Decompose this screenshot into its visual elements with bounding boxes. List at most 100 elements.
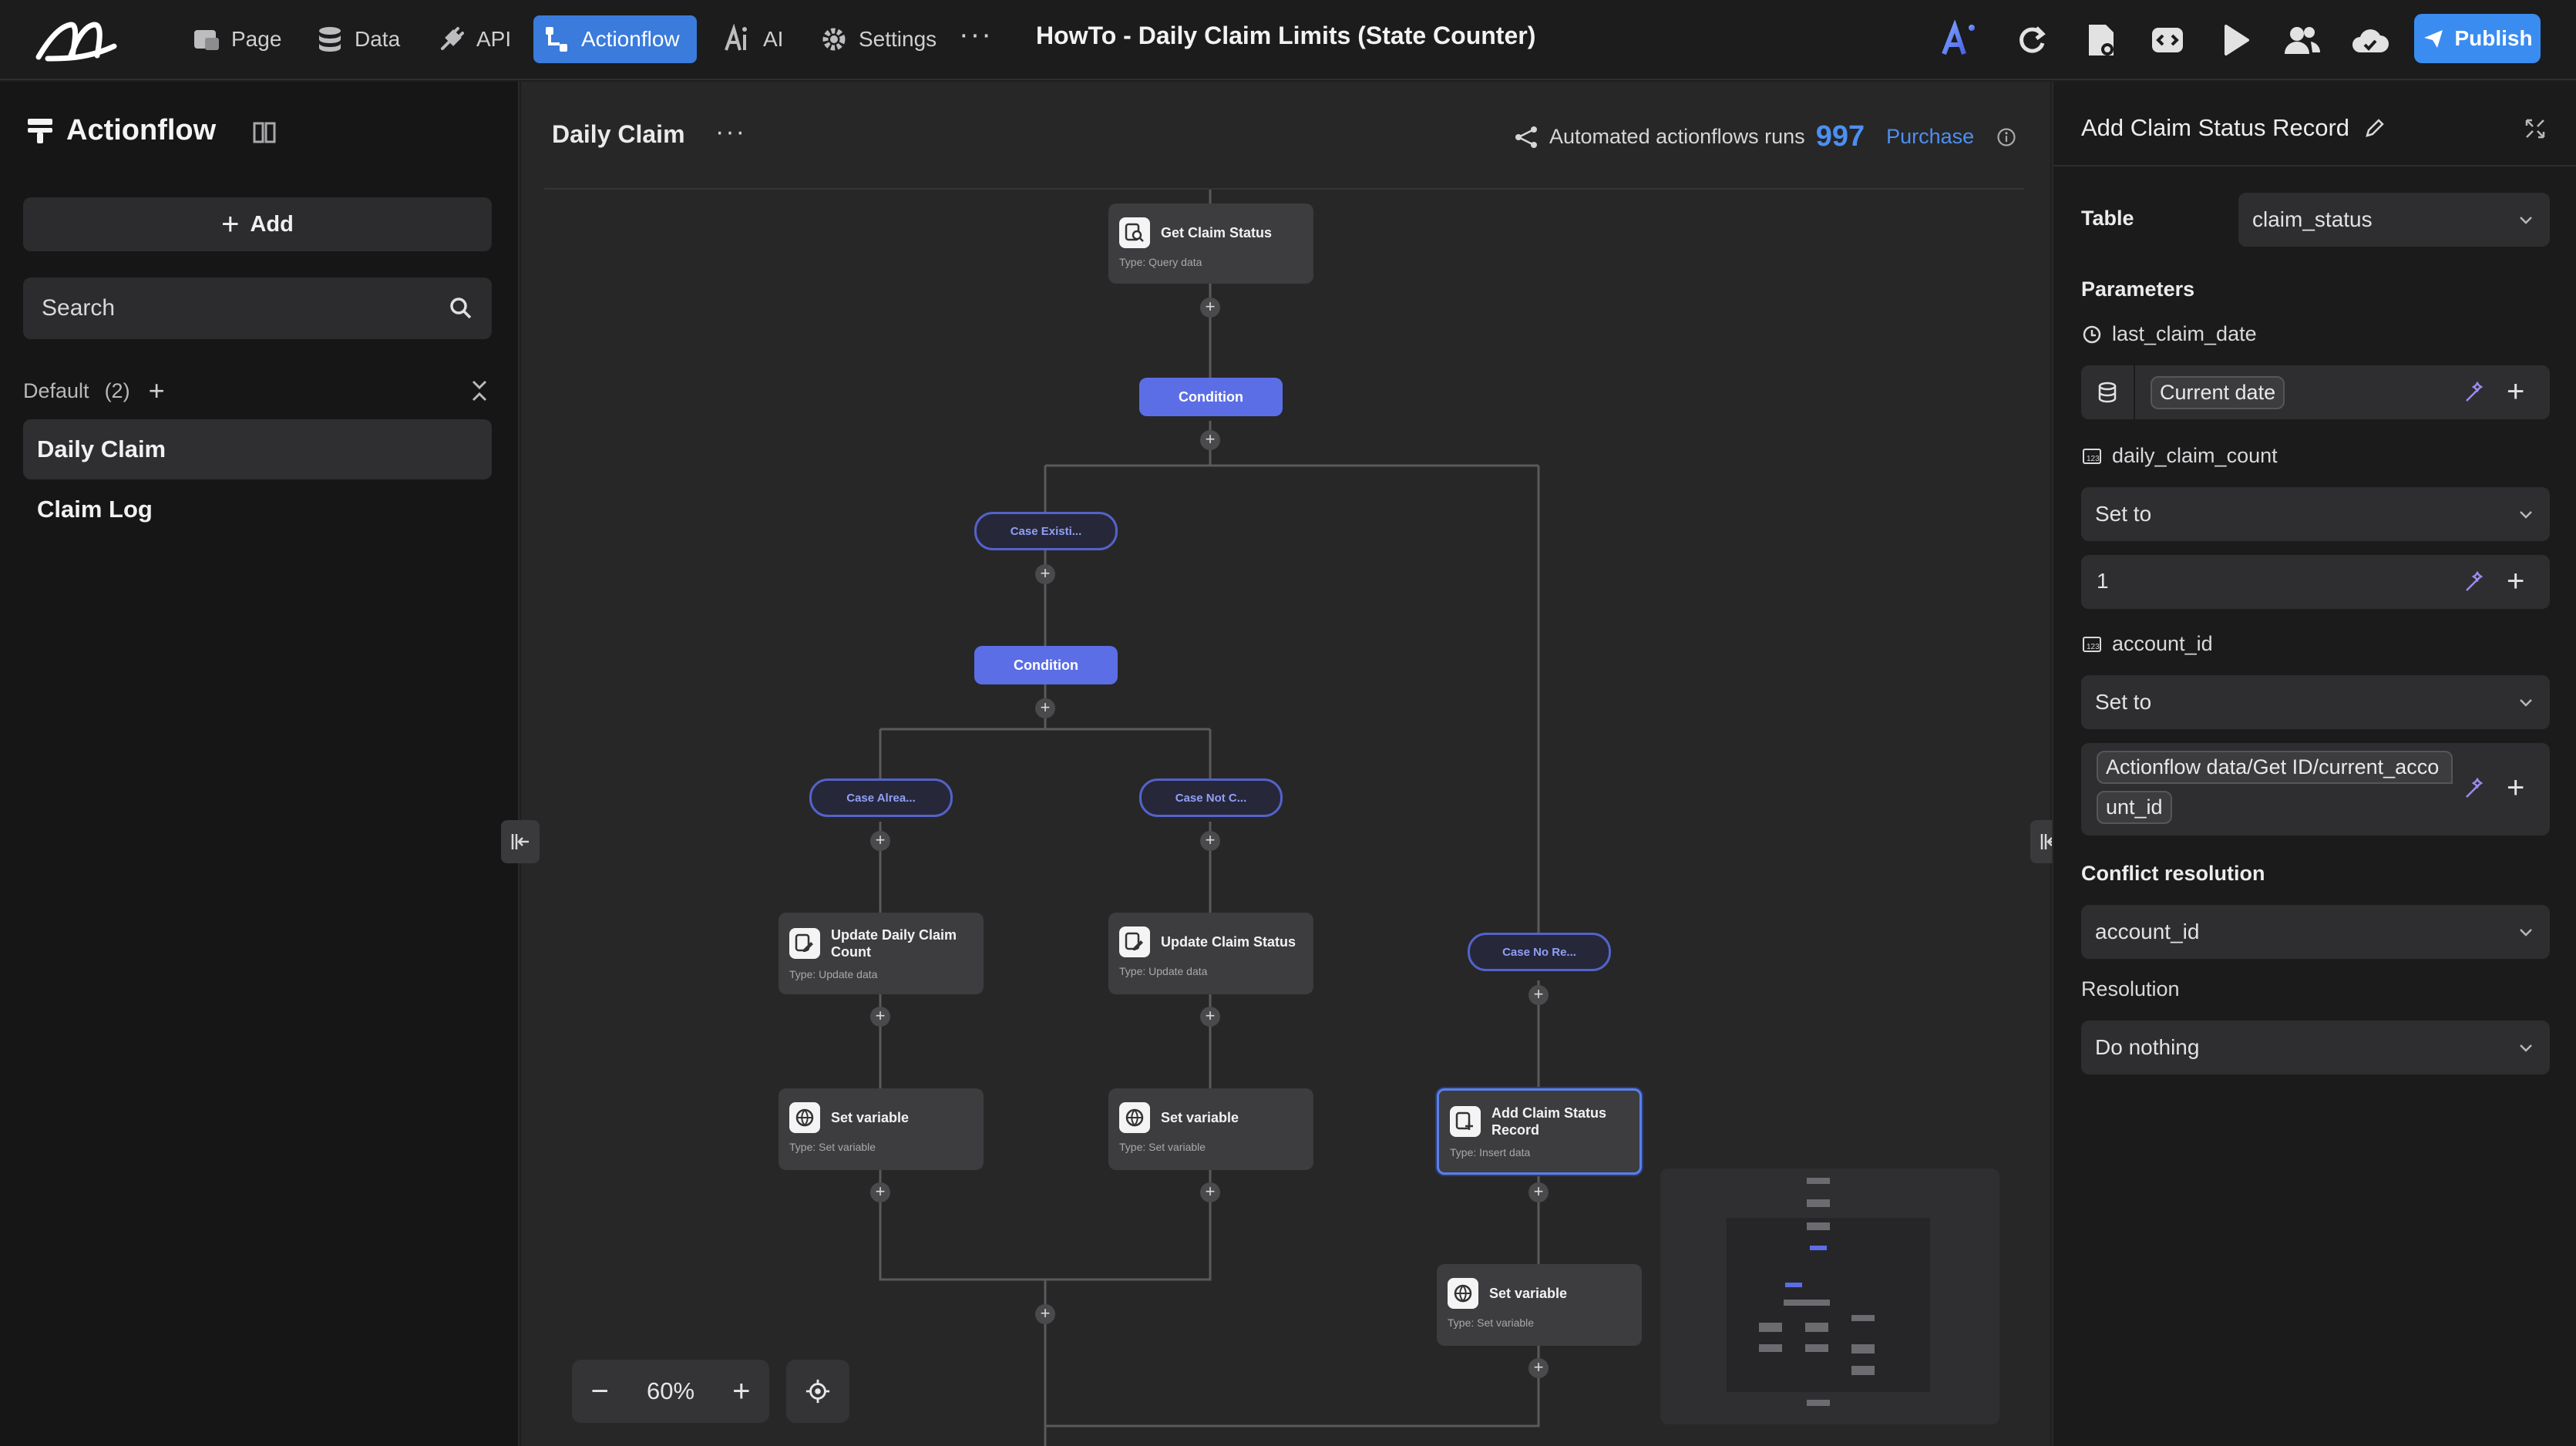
- momen-logo-icon[interactable]: [34, 15, 120, 65]
- edit-pencil-icon[interactable]: [2363, 116, 2386, 140]
- add-step-button[interactable]: +: [1035, 1304, 1055, 1324]
- number-type-icon: 123: [2083, 636, 2101, 652]
- add-step-button[interactable]: +: [1035, 698, 1055, 718]
- add-step-button[interactable]: +: [1528, 985, 1549, 1005]
- publish-button[interactable]: Publish: [2414, 14, 2541, 63]
- path-chip-line-1[interactable]: Actionflow data/Get ID/current_acco: [2097, 751, 2453, 784]
- magic-wand-icon[interactable]: [2462, 570, 2487, 595]
- zoom-out-button[interactable]: −: [591, 1374, 609, 1409]
- add-value-icon[interactable]: +: [2507, 772, 2524, 803]
- crosshair-icon: [805, 1379, 830, 1404]
- chevron-down-icon: [2520, 217, 2532, 224]
- cloud-deploy-icon[interactable]: [2349, 20, 2389, 60]
- sidebar-item-claim-log[interactable]: Claim Log: [23, 479, 492, 540]
- add-label: Add: [250, 211, 294, 237]
- recenter-button[interactable]: [786, 1360, 849, 1423]
- param-daily-claim-count-mode[interactable]: Set to: [2081, 487, 2550, 541]
- param-name: account_id: [2112, 632, 2213, 655]
- search-input[interactable]: Search: [23, 277, 492, 339]
- collapse-all-icon[interactable]: [467, 378, 492, 403]
- case-node-already[interactable]: Case Alrea...: [809, 778, 953, 817]
- add-step-button[interactable]: +: [1035, 564, 1055, 584]
- param-daily-claim-count: 123 daily_claim_count: [2081, 444, 2278, 468]
- node-update-daily-claim-count[interactable]: Update Daily Claim Count Type: Update da…: [779, 913, 984, 994]
- add-to-group-icon[interactable]: +: [149, 375, 165, 407]
- add-step-button[interactable]: +: [1200, 831, 1220, 851]
- case-node-no-record[interactable]: Case No Re...: [1468, 933, 1611, 971]
- magic-wand-icon[interactable]: [2462, 777, 2487, 802]
- node-set-variable-1[interactable]: Set variable Type: Set variable: [779, 1088, 984, 1170]
- sidebar-title-label: Actionflow: [66, 114, 217, 146]
- node-type: Type: Set variable: [1119, 1141, 1206, 1153]
- add-step-button[interactable]: +: [1200, 430, 1220, 450]
- nav-api[interactable]: API: [429, 15, 519, 63]
- flow-canvas[interactable]: Daily Claim ··· Automated actionflows ru…: [501, 82, 2069, 1446]
- document-settings-icon[interactable]: [2081, 20, 2121, 60]
- collapse-left-panel-button[interactable]: [501, 820, 540, 863]
- add-step-button[interactable]: +: [870, 1007, 890, 1027]
- add-step-button[interactable]: +: [1528, 1182, 1549, 1202]
- node-update-claim-status[interactable]: Update Claim Status Type: Update data: [1108, 913, 1313, 994]
- code-icon[interactable]: [2147, 20, 2188, 60]
- group-name: Default: [23, 378, 89, 402]
- add-step-button[interactable]: +: [1200, 1007, 1220, 1027]
- nav-data[interactable]: Data: [307, 15, 408, 63]
- add-step-button[interactable]: +: [1528, 1358, 1549, 1378]
- add-value-icon[interactable]: +: [2507, 566, 2524, 597]
- publish-label: Publish: [2454, 26, 2533, 50]
- document-title: HowTo - Daily Claim Limits (State Counte…: [1036, 22, 1536, 49]
- zoom-in-button[interactable]: +: [732, 1374, 750, 1409]
- sidebar-item-daily-claim[interactable]: Daily Claim: [23, 419, 492, 479]
- add-step-button[interactable]: +: [1200, 1182, 1220, 1202]
- condition-node-2[interactable]: Condition: [974, 646, 1118, 684]
- nav-ai[interactable]: AI: [715, 15, 791, 63]
- sidebar-item-label: Claim Log: [37, 496, 153, 523]
- add-step-button[interactable]: +: [870, 1182, 890, 1202]
- expand-icon[interactable]: [2524, 117, 2547, 140]
- top-bar: Page Data API Actionflow AI Settings ···…: [0, 0, 2576, 80]
- case-node-existing[interactable]: Case Existi...: [974, 512, 1118, 550]
- ai-assistant-icon[interactable]: [1941, 20, 1981, 60]
- clock-icon: [2083, 325, 2101, 343]
- globe-variable-icon: [789, 1102, 820, 1133]
- param-account-id-value[interactable]: Actionflow data/Get ID/current_acco unt_…: [2081, 743, 2550, 836]
- play-icon[interactable]: [2215, 20, 2255, 60]
- resolution-select[interactable]: Do nothing: [2081, 1021, 2550, 1074]
- add-value-icon[interactable]: +: [2507, 376, 2524, 407]
- nav-ai-label: AI: [763, 27, 784, 51]
- search-icon: [450, 298, 472, 319]
- param-account-id: 123 account_id: [2081, 632, 2213, 656]
- actionflow-icon: [28, 118, 52, 143]
- node-get-claim-status[interactable]: Get Claim Status Type: Query data: [1108, 203, 1313, 284]
- nav-actionflow[interactable]: Actionflow: [533, 15, 697, 63]
- properties-panel: Add Claim Status Record Table claim_stat…: [2052, 82, 2576, 1446]
- add-step-button[interactable]: +: [1200, 298, 1220, 318]
- path-chip-line-2[interactable]: unt_id: [2097, 791, 2172, 824]
- case-node-not-claimed[interactable]: Case Not C...: [1139, 778, 1283, 817]
- refresh-icon[interactable]: [2012, 20, 2052, 60]
- condition-node-1[interactable]: Condition: [1139, 378, 1283, 416]
- nav-page[interactable]: Page: [183, 15, 289, 63]
- current-date-chip[interactable]: Current date: [2151, 376, 2285, 409]
- node-set-variable-3[interactable]: Set variable Type: Set variable: [1437, 1264, 1642, 1346]
- nav-settings[interactable]: Settings: [811, 15, 944, 63]
- group-default[interactable]: Default (2) +: [23, 370, 492, 412]
- nav-page-label: Page: [231, 27, 282, 51]
- param-last-claim-date-value[interactable]: Current date +: [2081, 365, 2550, 419]
- magic-wand-icon[interactable]: [2462, 381, 2487, 405]
- node-set-variable-2[interactable]: Set variable Type: Set variable: [1108, 1088, 1313, 1170]
- param-account-id-mode[interactable]: Set to: [2081, 675, 2550, 729]
- minimap[interactable]: [1660, 1169, 1999, 1424]
- collaborators-icon[interactable]: [2282, 20, 2322, 60]
- more-menu-button[interactable]: ···: [959, 18, 993, 52]
- add-actionflow-button[interactable]: + Add: [23, 197, 492, 251]
- param-daily-claim-count-value[interactable]: 1 +: [2081, 555, 2550, 609]
- conflict-field-select[interactable]: account_id: [2081, 905, 2550, 959]
- node-add-claim-status-record[interactable]: Add Claim Status Record Type: Insert dat…: [1437, 1088, 1642, 1175]
- table-select[interactable]: claim_status: [2238, 193, 2550, 247]
- node-type: Type: Query data: [1119, 256, 1202, 268]
- add-step-button[interactable]: +: [870, 831, 890, 851]
- data-source-button[interactable]: [2081, 365, 2135, 419]
- documentation-book-icon[interactable]: [251, 119, 277, 145]
- zoom-level: 60%: [646, 1377, 695, 1404]
